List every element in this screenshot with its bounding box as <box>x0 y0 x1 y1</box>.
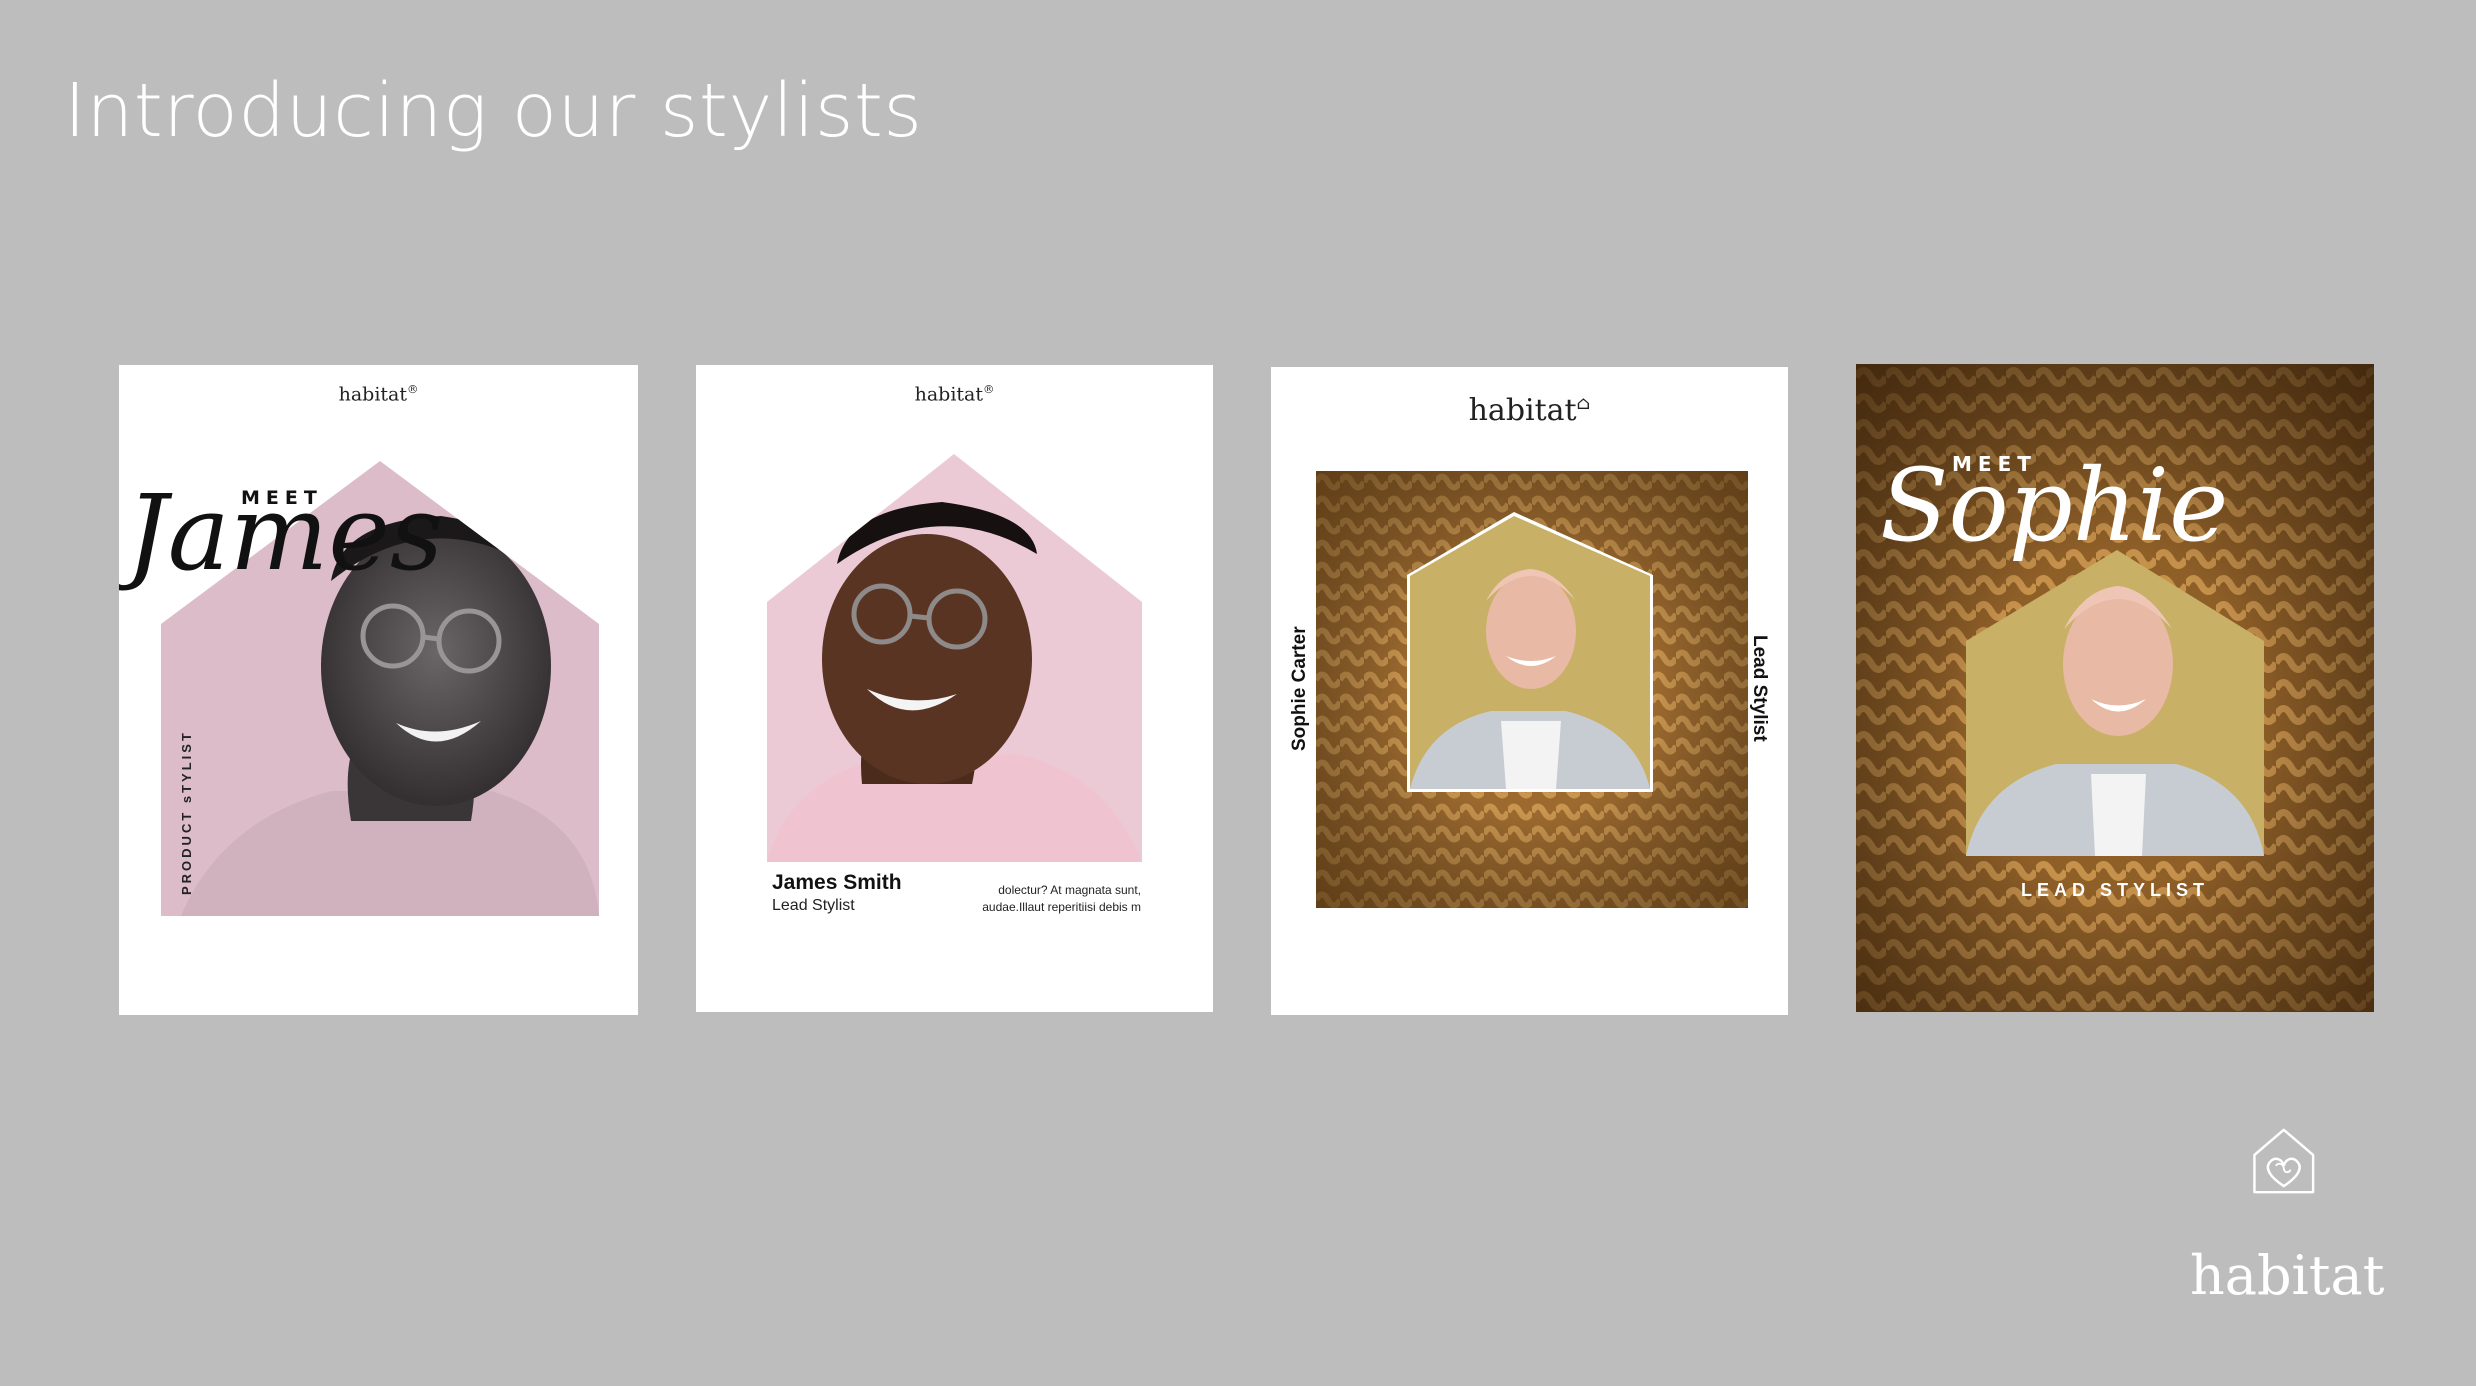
stylist-name-vertical: Sophie Carter <box>1289 626 1310 751</box>
slide-title: Introducing our stylists <box>64 68 923 154</box>
stylist-card-james-intro: habitat® James Smith Lead Stylist dolect… <box>696 365 1213 1012</box>
stylist-card-sophie-hero: MEET Sophie LEAD STYLIST <box>1856 364 2374 1012</box>
stylist-card-sophie-knit: habitat⌂ Sophie Carter Lead Stylist <box>1271 367 1788 1015</box>
stylist-role-vertical: Lead Stylist <box>1749 635 1770 742</box>
stylist-role: Lead Stylist <box>772 897 855 914</box>
card-brand: habitat® <box>914 382 995 406</box>
stylist-name-james: James <box>126 472 444 594</box>
body-text-line1: dolectur? At magnata sunt, <box>998 883 1141 897</box>
stylist-name-sophie: Sophie <box>1880 447 2229 564</box>
stylist-role: LEAD STYLIST <box>2020 880 2209 900</box>
body-text-line2: audae.Illaut reperitiisi debis m <box>982 900 1141 914</box>
stylist-name: James Smith <box>772 871 902 894</box>
knit-background-photo <box>1316 471 1748 908</box>
stylist-card-james-portrait: habitat® MEET James PRODUCT sTYLIST <box>119 365 638 1015</box>
brand-logo-text: habitat <box>2190 1244 2385 1307</box>
card-brand: habitat⌂ <box>1468 393 1591 428</box>
card-brand: habitat® <box>338 382 419 406</box>
role-vertical-label: PRODUCT sTYLIST <box>179 730 194 895</box>
house-photo-james-color <box>767 454 1142 862</box>
